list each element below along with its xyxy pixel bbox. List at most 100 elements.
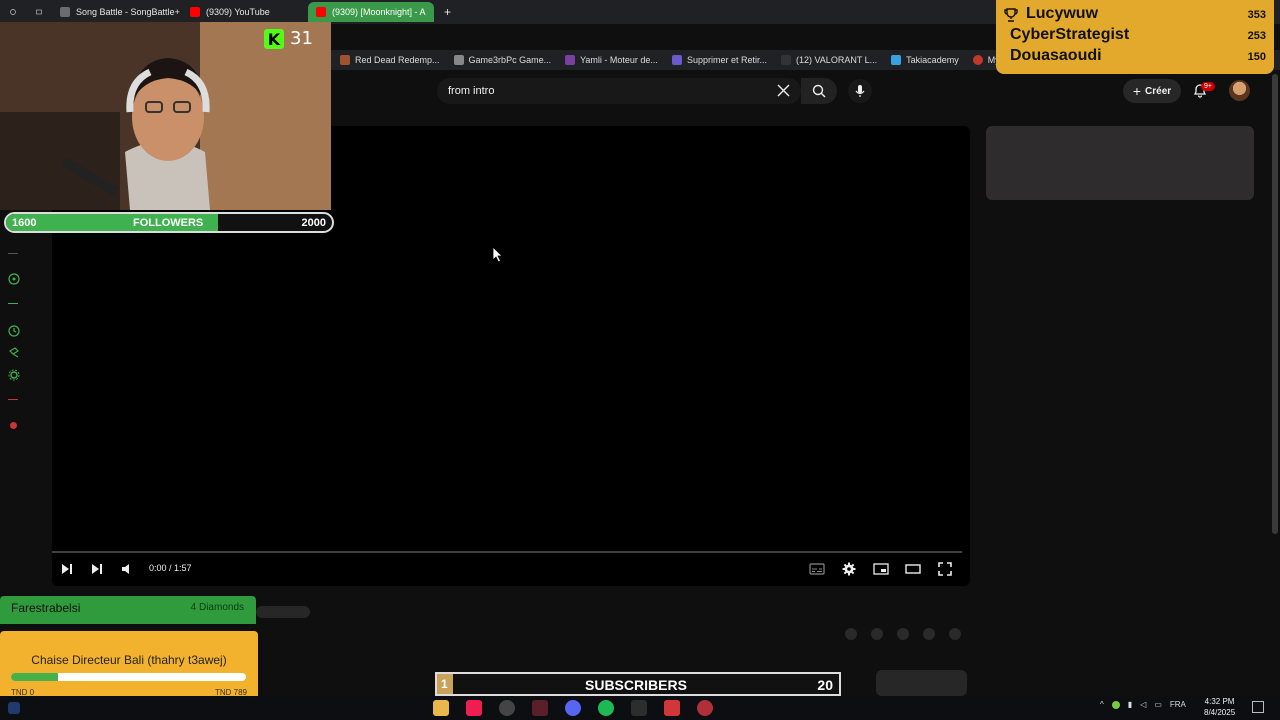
subscribers-goal: 20	[817, 677, 833, 693]
clear-search-icon[interactable]	[777, 84, 790, 100]
leaderboard-name: Lucywuw	[1026, 5, 1099, 22]
guide-divider	[8, 394, 20, 406]
voice-search-button[interactable]	[848, 79, 872, 103]
new-tab-icon[interactable]: +	[436, 2, 452, 22]
gear-icon	[842, 562, 856, 576]
subtitles-button[interactable]	[804, 556, 830, 582]
start-icon[interactable]	[8, 702, 20, 714]
streamlabs-icon[interactable]	[631, 700, 647, 716]
bookmark-icon	[453, 55, 464, 65]
bookmark-yamli[interactable]: Yamli - Moteur de...	[565, 55, 658, 65]
search-button[interactable]	[801, 78, 837, 104]
followers-goal-bar: 1600 FOLLOWERS 2000	[4, 212, 334, 233]
clock-date: 8/4/2025	[1204, 708, 1236, 717]
subtitles-icon	[809, 563, 825, 575]
valorant-icon[interactable]	[532, 700, 548, 716]
windows-taskbar: ^ ▮ ◁ ▭ FRA 4:32 PM 8/4/2025	[0, 696, 1280, 720]
skip-next-icon	[92, 564, 102, 574]
bookmark-supprimer[interactable]: Supprimer et Retir...	[671, 55, 767, 65]
kick-logo-icon: K	[264, 29, 284, 49]
leaderboard-row: CyberStrategist 253	[1004, 26, 1266, 47]
leaderboard-row: Lucywuw 353	[1004, 5, 1266, 26]
goal-title: Chaise Directeur Bali (thahry t3awej)	[31, 653, 227, 667]
taskbar-clock[interactable]: 4:32 PM 8/4/2025	[1204, 696, 1235, 718]
video-progress-bar[interactable]	[52, 551, 962, 553]
play-pause-icon	[62, 564, 72, 574]
tab-song-battle[interactable]: Song Battle - SongBattle+	[52, 2, 180, 22]
leaderboard-overlay: Lucywuw 353 CyberStrategist 253 Douasaou…	[996, 0, 1274, 74]
clock-time: 4:32 PM	[1204, 697, 1235, 706]
wifi-icon[interactable]: ▭	[1154, 700, 1162, 709]
page-scrollbar[interactable]	[1272, 74, 1278, 534]
search-icon	[812, 84, 826, 98]
microphone-icon[interactable]: ▮	[1128, 700, 1132, 709]
songbattle-icon	[60, 7, 70, 17]
subscribers-label: SUBSCRIBERS	[585, 677, 687, 693]
system-tray: ^ ▮ ◁ ▭ FRA	[1100, 700, 1186, 709]
title-placeholder	[256, 606, 310, 618]
notification-center-icon[interactable]	[1252, 701, 1264, 713]
vivaldi-icon[interactable]	[664, 700, 680, 716]
loading-dots	[845, 628, 961, 640]
spotify-icon[interactable]	[598, 700, 614, 716]
notification-count-badge: 9+	[1201, 82, 1215, 91]
leaderboard-score: 253	[1247, 30, 1266, 42]
obs-icon[interactable]	[499, 700, 515, 716]
bookmark-game3rb[interactable]: Game3rbPc Game...	[453, 55, 551, 65]
opera-icon[interactable]	[697, 700, 713, 716]
show-hidden-icons-icon[interactable]: ^	[1100, 700, 1104, 709]
theater-mode-button[interactable]	[900, 556, 926, 582]
history-icon[interactable]	[8, 324, 20, 337]
bookmark-icon	[671, 55, 682, 65]
search-query: from intro	[448, 85, 495, 97]
bookmark-icon	[565, 55, 576, 65]
followers-current: 1600	[12, 217, 37, 229]
volume-icon[interactable]: ◁	[1140, 700, 1146, 709]
youtube-icon	[316, 7, 326, 17]
settings-icon[interactable]	[8, 368, 20, 381]
live-icon[interactable]	[8, 420, 20, 432]
youtube-icon	[190, 7, 200, 17]
create-label: Créer	[1145, 85, 1172, 97]
account-avatar[interactable]	[1229, 80, 1250, 101]
bookmark-takiacademy[interactable]: Takiacademy	[891, 55, 959, 65]
top-donor-amount: 4 Diamonds	[190, 602, 244, 613]
leaderboard-name: CyberStrategist	[1010, 26, 1130, 43]
search-input[interactable]: from intro	[437, 78, 801, 104]
guide-divider	[8, 248, 20, 260]
network-icon[interactable]	[1111, 700, 1120, 709]
bookmark-label: (12) VALORANT L...	[795, 55, 878, 65]
tiktok-icon[interactable]	[466, 700, 482, 716]
trophy-icon	[1004, 8, 1018, 22]
bookmark-red-dead[interactable]: Red Dead Redemp...	[340, 55, 440, 65]
language-indicator[interactable]: FRA	[1170, 700, 1186, 709]
subscriptions-icon[interactable]	[8, 272, 20, 285]
bookmark-label: Red Dead Redemp...	[355, 55, 440, 65]
bookmark-valorant[interactable]: (12) VALORANT L...	[780, 55, 878, 65]
file-explorer-icon[interactable]	[433, 700, 449, 716]
bookmark-label: Takiacademy	[906, 55, 959, 65]
leaderboard-name: Douasaoudi	[1010, 47, 1102, 64]
tab-moonknight[interactable]: (9309) [Moonknight] - A	[308, 2, 434, 22]
webcam-overlay	[0, 22, 331, 210]
bookmark-label: Yamli - Moteur de...	[580, 55, 658, 65]
bookmark-icon	[340, 55, 350, 65]
settings-button[interactable]	[836, 556, 862, 582]
workspaces-icon[interactable]	[28, 2, 50, 22]
miniplayer-button[interactable]	[868, 556, 894, 582]
mute-button[interactable]	[114, 556, 140, 582]
volume-icon	[122, 564, 129, 574]
browser-menu-icon[interactable]	[2, 2, 24, 22]
next-button[interactable]	[84, 556, 110, 582]
mouse-cursor-icon	[493, 247, 503, 263]
tab-youtube[interactable]: (9309) YouTube	[182, 2, 302, 22]
theater-icon	[905, 564, 921, 574]
tab-label: Song Battle - SongBattle+	[76, 7, 180, 17]
fullscreen-button[interactable]	[932, 556, 958, 582]
create-button[interactable]: + Créer	[1123, 79, 1181, 103]
discord-icon[interactable]	[565, 700, 581, 716]
shorts-icon[interactable]	[8, 346, 20, 358]
play-button[interactable]	[54, 556, 80, 582]
x-logo-icon	[780, 55, 791, 65]
leaderboard-row: Douasaoudi 150	[1004, 47, 1266, 68]
